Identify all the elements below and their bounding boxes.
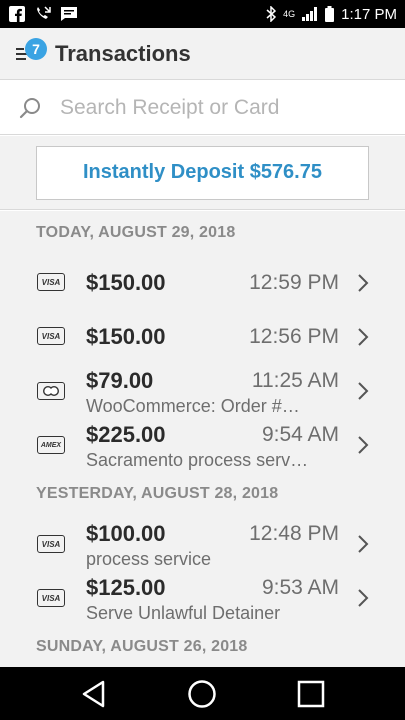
transaction-row[interactable]: VISA $150.00 12:56 PM xyxy=(0,311,405,363)
search-icon xyxy=(0,96,60,120)
transaction-note: Serve Unlawful Detainer xyxy=(86,603,281,623)
transaction-amount: $79.00 xyxy=(86,368,154,393)
missed-call-icon xyxy=(34,6,52,22)
message-icon xyxy=(60,6,78,22)
visa-card-icon: VISA xyxy=(37,589,65,607)
transaction-time: 11:25 AM xyxy=(251,369,339,392)
facebook-icon xyxy=(8,6,26,22)
amex-card-icon: AMEX xyxy=(37,436,65,454)
menu-button[interactable]: 7 xyxy=(0,28,47,80)
status-bar: 4G 1:17 PM xyxy=(0,0,405,28)
visa-card-icon: VISA xyxy=(37,327,65,345)
section-header-today: TODAY, AUGUST 29, 2018 xyxy=(36,224,236,241)
deposit-area: Instantly Deposit $576.75 xyxy=(0,136,405,210)
home-icon[interactable] xyxy=(182,674,222,714)
system-nav-bar xyxy=(0,667,405,720)
transaction-note: Sacramento process serv… xyxy=(86,450,309,470)
transaction-row[interactable]: VISA $100.00 12:48 PM process service xyxy=(0,518,405,570)
battery-icon xyxy=(325,6,335,22)
transaction-amount: $150.00 xyxy=(86,324,166,349)
visa-card-icon: VISA xyxy=(37,273,65,291)
lte-icon: 4G xyxy=(283,9,296,19)
app-header: 7 Transactions xyxy=(0,28,405,80)
search-input[interactable] xyxy=(60,95,380,120)
transaction-amount: $225.00 xyxy=(86,422,166,447)
transaction-row[interactable]: $79.00 11:25 AM WooCommerce: Order #… xyxy=(0,365,405,417)
chevron-right-icon xyxy=(358,328,369,346)
search-bar xyxy=(0,81,405,135)
status-time: 1:17 PM xyxy=(341,5,397,23)
transaction-amount: $150.00 xyxy=(86,270,166,295)
signal-icon xyxy=(302,7,318,21)
chevron-right-icon xyxy=(358,382,369,400)
bluetooth-icon xyxy=(266,6,277,22)
chevron-right-icon xyxy=(358,589,369,607)
instant-deposit-button[interactable]: Instantly Deposit $576.75 xyxy=(36,145,369,200)
transaction-list[interactable]: TODAY, AUGUST 29, 2018 VISA $150.00 12:5… xyxy=(0,211,405,667)
transaction-amount: $100.00 xyxy=(86,521,166,546)
status-left xyxy=(8,6,78,22)
notification-badge: 7 xyxy=(25,37,47,60)
visa-card-icon: VISA xyxy=(37,535,65,553)
transaction-note: WooCommerce: Order #… xyxy=(86,396,300,416)
back-icon[interactable] xyxy=(74,674,114,714)
page-title: Transactions xyxy=(55,40,191,66)
chevron-right-icon xyxy=(358,436,369,454)
transaction-time: 12:59 PM xyxy=(249,271,339,294)
chevron-right-icon xyxy=(358,535,369,553)
transaction-time: 9:53 AM xyxy=(261,576,339,599)
transaction-note: process service xyxy=(86,549,212,569)
transaction-time: 9:54 AM xyxy=(261,423,339,446)
status-right: 4G 1:17 PM xyxy=(266,6,397,23)
section-header-sunday: SUNDAY, AUGUST 26, 2018 xyxy=(36,638,248,655)
recents-icon[interactable] xyxy=(291,674,331,714)
transaction-row[interactable]: AMEX $225.00 9:54 AM Sacramento process … xyxy=(0,419,405,471)
transaction-row[interactable]: VISA $125.00 9:53 AM Serve Unlawful Deta… xyxy=(0,572,405,624)
transaction-time: 12:48 PM xyxy=(249,522,339,545)
transaction-time: 12:56 PM xyxy=(249,325,339,348)
mastercard-icon xyxy=(37,382,65,400)
section-header-yesterday: YESTERDAY, AUGUST 28, 2018 xyxy=(36,485,279,502)
transaction-row[interactable]: VISA $150.00 12:59 PM xyxy=(0,257,405,309)
transaction-amount: $125.00 xyxy=(86,575,166,600)
chevron-right-icon xyxy=(358,274,369,292)
